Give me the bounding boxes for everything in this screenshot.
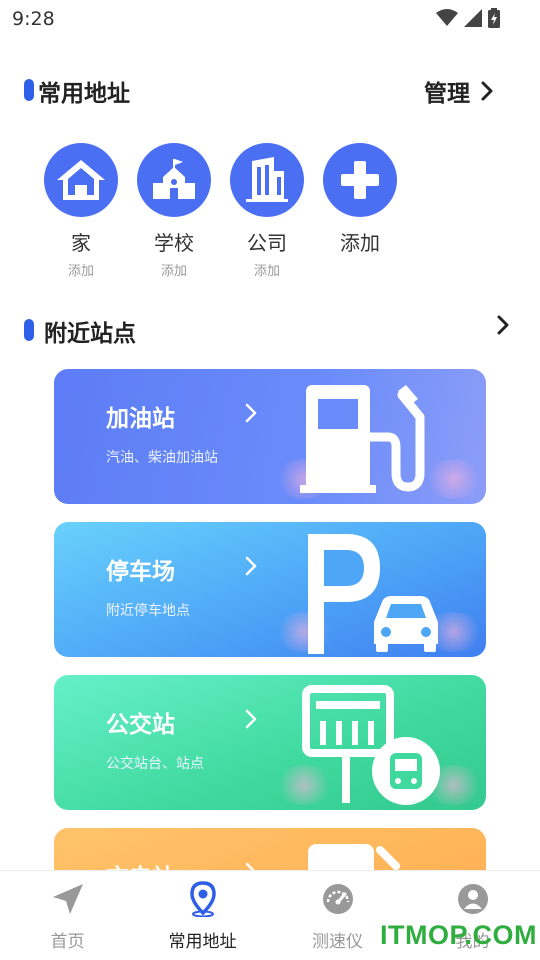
tab-label: 常用地址	[168, 932, 237, 952]
chevron-right-icon	[481, 81, 493, 101]
building-icon	[230, 143, 304, 217]
tab-home[interactable]: 首页	[0, 881, 135, 952]
favorite-label: 添加	[340, 231, 380, 255]
chevron-right-icon	[245, 403, 257, 423]
card-subtitle: 公交站台、站点	[106, 756, 204, 772]
status-bar: 9:28	[0, 0, 540, 38]
user-icon	[405, 881, 540, 917]
plus-icon	[323, 143, 397, 217]
nearby-header: 附近站点	[24, 310, 509, 350]
favorite-company[interactable]: 公司 添加	[230, 143, 304, 279]
parking-icon	[308, 534, 438, 654]
card-subtitle: 汽油、柴油加油站	[106, 450, 218, 466]
card-subtitle: 附近停车地点	[106, 603, 190, 619]
manage-label: 管理	[424, 81, 470, 107]
favorites-list: 家 添加 学校 添加 公司 添加 添加	[44, 143, 424, 283]
tab-favorites[interactable]: 常用地址	[135, 881, 270, 952]
card-gas-station[interactable]: 加油站 汽油、柴油加油站	[54, 369, 486, 504]
favorite-label: 学校	[154, 231, 194, 255]
nearby-title: 附近站点	[44, 321, 136, 347]
wifi-icon	[436, 9, 458, 26]
watermark: ITMOP.COM	[380, 920, 538, 950]
card-title: 公交站	[106, 712, 175, 738]
school-icon	[137, 143, 211, 217]
bus-stop-icon	[302, 685, 440, 805]
cell-signal-icon	[464, 9, 482, 27]
speedometer-icon	[270, 881, 405, 917]
favorite-sub: 添加	[253, 264, 280, 279]
fuel-pump-icon	[300, 385, 425, 493]
chevron-right-icon	[245, 709, 257, 729]
battery-icon	[488, 8, 500, 28]
chevron-right-icon	[245, 556, 257, 576]
favorite-school[interactable]: 学校 添加	[137, 143, 211, 279]
favorite-label: 家	[71, 231, 91, 255]
section-marker	[24, 319, 34, 341]
card-title: 停车场	[106, 559, 175, 585]
manage-button[interactable]: 管理	[424, 74, 494, 108]
favorite-add[interactable]: 添加	[323, 143, 397, 276]
favorites-title: 常用地址	[38, 81, 130, 107]
status-time: 9:28	[12, 8, 55, 30]
status-icons	[436, 7, 500, 29]
navigation-arrow-icon	[0, 881, 135, 917]
favorite-label: 公司	[247, 231, 287, 255]
card-parking[interactable]: 停车场 附近停车地点	[54, 522, 486, 657]
card-bus-stop[interactable]: 公交站 公交站台、站点	[54, 675, 486, 810]
section-marker	[24, 79, 34, 101]
favorites-header: 常用地址 管理	[24, 70, 504, 110]
card-title: 加油站	[106, 406, 175, 432]
location-pin-icon	[135, 881, 270, 917]
favorite-sub: 添加	[67, 264, 94, 279]
house-icon	[44, 143, 118, 217]
tab-label: 首页	[50, 932, 85, 952]
favorite-sub	[323, 260, 397, 276]
nearby-more-button[interactable]	[496, 314, 510, 336]
favorite-home[interactable]: 家 添加	[44, 143, 118, 279]
favorite-sub: 添加	[160, 264, 187, 279]
chevron-right-icon	[497, 315, 509, 335]
